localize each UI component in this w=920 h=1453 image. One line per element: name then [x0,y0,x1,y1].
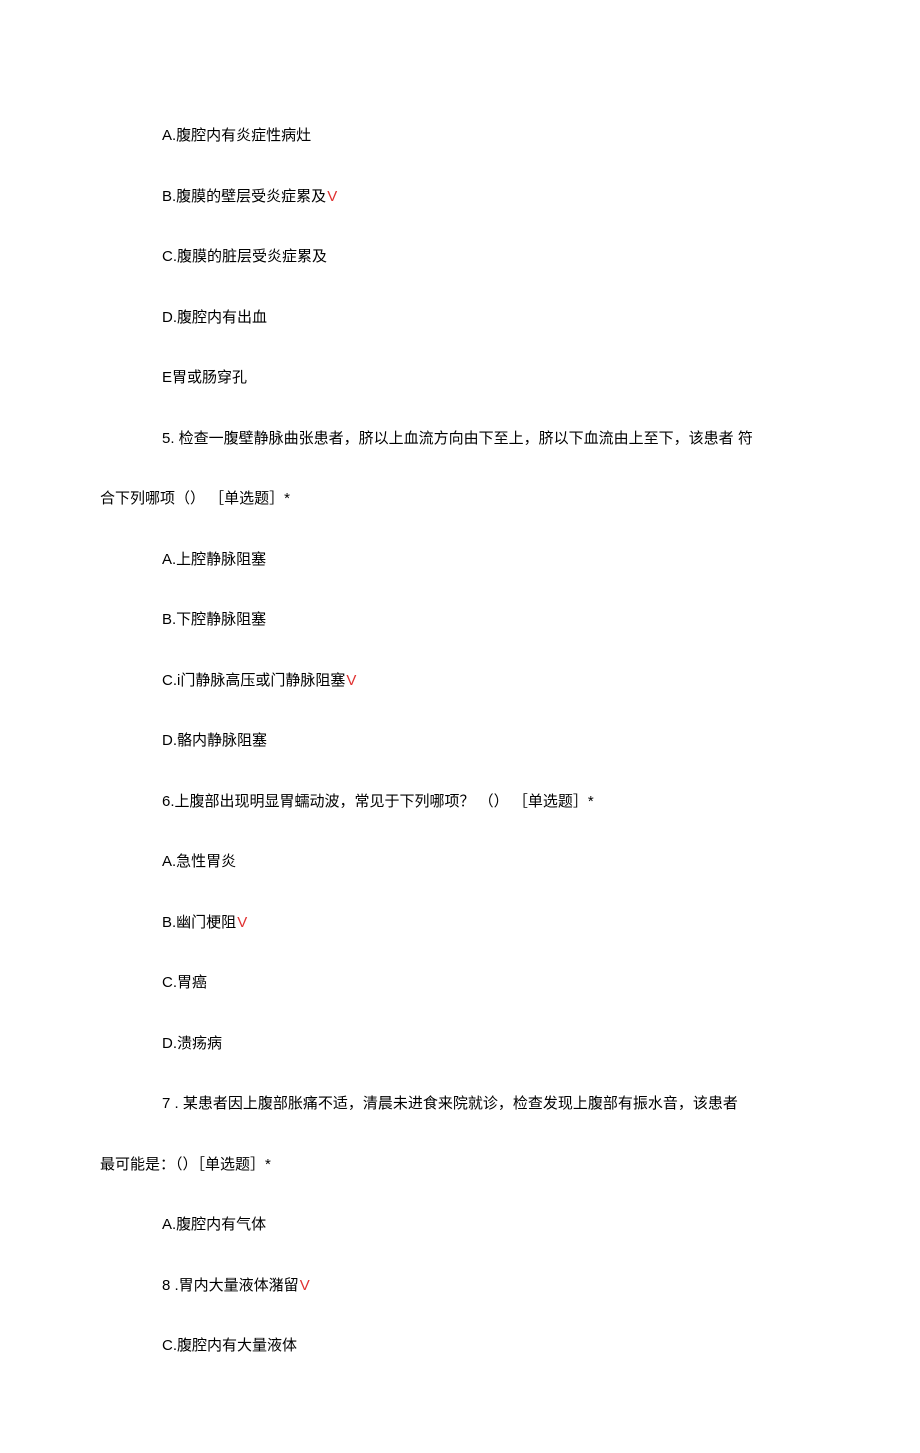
document-page: A.腹腔内有炎症性病灶 B.腹膜的壁层受炎症累及V C.腹膜的脏层受炎症累及 D… [0,0,920,1453]
option-text: A.急性胃炎 [162,853,236,870]
check-icon: V [346,672,356,689]
q5-option-b: B.下腔静脉阻塞 [100,609,820,632]
q6-option-d: D.溃疡病 [100,1033,820,1056]
q5-option-c: C.i门静脉高压或门静脉阻塞V [100,670,820,693]
q5-option-a: A.上腔静脉阻塞 [100,549,820,572]
option-text: A.上腔静脉阻塞 [162,551,266,568]
q6-option-b: B.幽门梗阻V [100,912,820,935]
q6-stem: 6.上腹部出现明显胃蠕动波，常见于下列哪项？ （） ［单选题］* [100,791,820,814]
q4-option-c: C.腹膜的脏层受炎症累及 [100,246,820,269]
question-text: 最可能是：（）［单选题］* [100,1156,271,1173]
question-text: 6.上腹部出现明显胃蠕动波，常见于下列哪项？ （） ［单选题］* [162,793,594,810]
option-text: B.腹膜的壁层受炎症累及 [162,188,326,205]
option-text: A.腹腔内有气体 [162,1216,266,1233]
q7-option-c: C.腹腔内有大量液体 [100,1335,820,1358]
q6-option-c: C.胃癌 [100,972,820,995]
question-text: 7 . 某患者因上腹部胀痛不适，清晨未进食来院就诊，检查发现上腹部有振水音，该患… [162,1095,738,1112]
option-text: C.腹膜的脏层受炎症累及 [162,248,327,265]
option-text: B.幽门梗阻 [162,914,236,931]
q5-stem-line1: 5. 检查一腹壁静脉曲张患者，脐以上血流方向由下至上，脐以下血流由上至下，该患者… [100,428,820,451]
q4-option-d: D.腹腔内有出血 [100,307,820,330]
q5-option-d: D.骼内静脉阻塞 [100,730,820,753]
question-text: 5. 检查一腹壁静脉曲张患者，脐以上血流方向由下至上，脐以下血流由上至下，该患者… [162,430,753,447]
q7-option-b: 8 .胃内大量液体潴留V [100,1275,820,1298]
option-text: C.腹腔内有大量液体 [162,1337,297,1354]
q7-option-a: A.腹腔内有气体 [100,1214,820,1237]
option-text: A.腹腔内有炎症性病灶 [162,127,311,144]
option-text: 8 .胃内大量液体潴留 [162,1277,299,1294]
check-icon: V [300,1277,310,1294]
option-text: D.骼内静脉阻塞 [162,732,267,749]
option-text: D.溃疡病 [162,1035,222,1052]
q7-stem-line2: 最可能是：（）［单选题］* [100,1154,820,1177]
q4-option-e: E胃或肠穿孔 [100,367,820,390]
option-text: C.i门静脉高压或门静脉阻塞 [162,672,345,689]
option-text: C.胃癌 [162,974,207,991]
option-text: B.下腔静脉阻塞 [162,611,266,628]
q4-option-b: B.腹膜的壁层受炎症累及V [100,186,820,209]
check-icon: V [327,188,337,205]
option-text: D.腹腔内有出血 [162,309,267,326]
q7-stem-line1: 7 . 某患者因上腹部胀痛不适，清晨未进食来院就诊，检查发现上腹部有振水音，该患… [100,1093,820,1116]
q4-option-a: A.腹腔内有炎症性病灶 [100,125,820,148]
option-text: E胃或肠穿孔 [162,369,247,386]
question-text: 合下列哪项（） ［单选题］* [100,490,290,507]
q6-option-a: A.急性胃炎 [100,851,820,874]
q5-stem-line2: 合下列哪项（） ［单选题］* [100,488,820,511]
check-icon: V [237,914,247,931]
